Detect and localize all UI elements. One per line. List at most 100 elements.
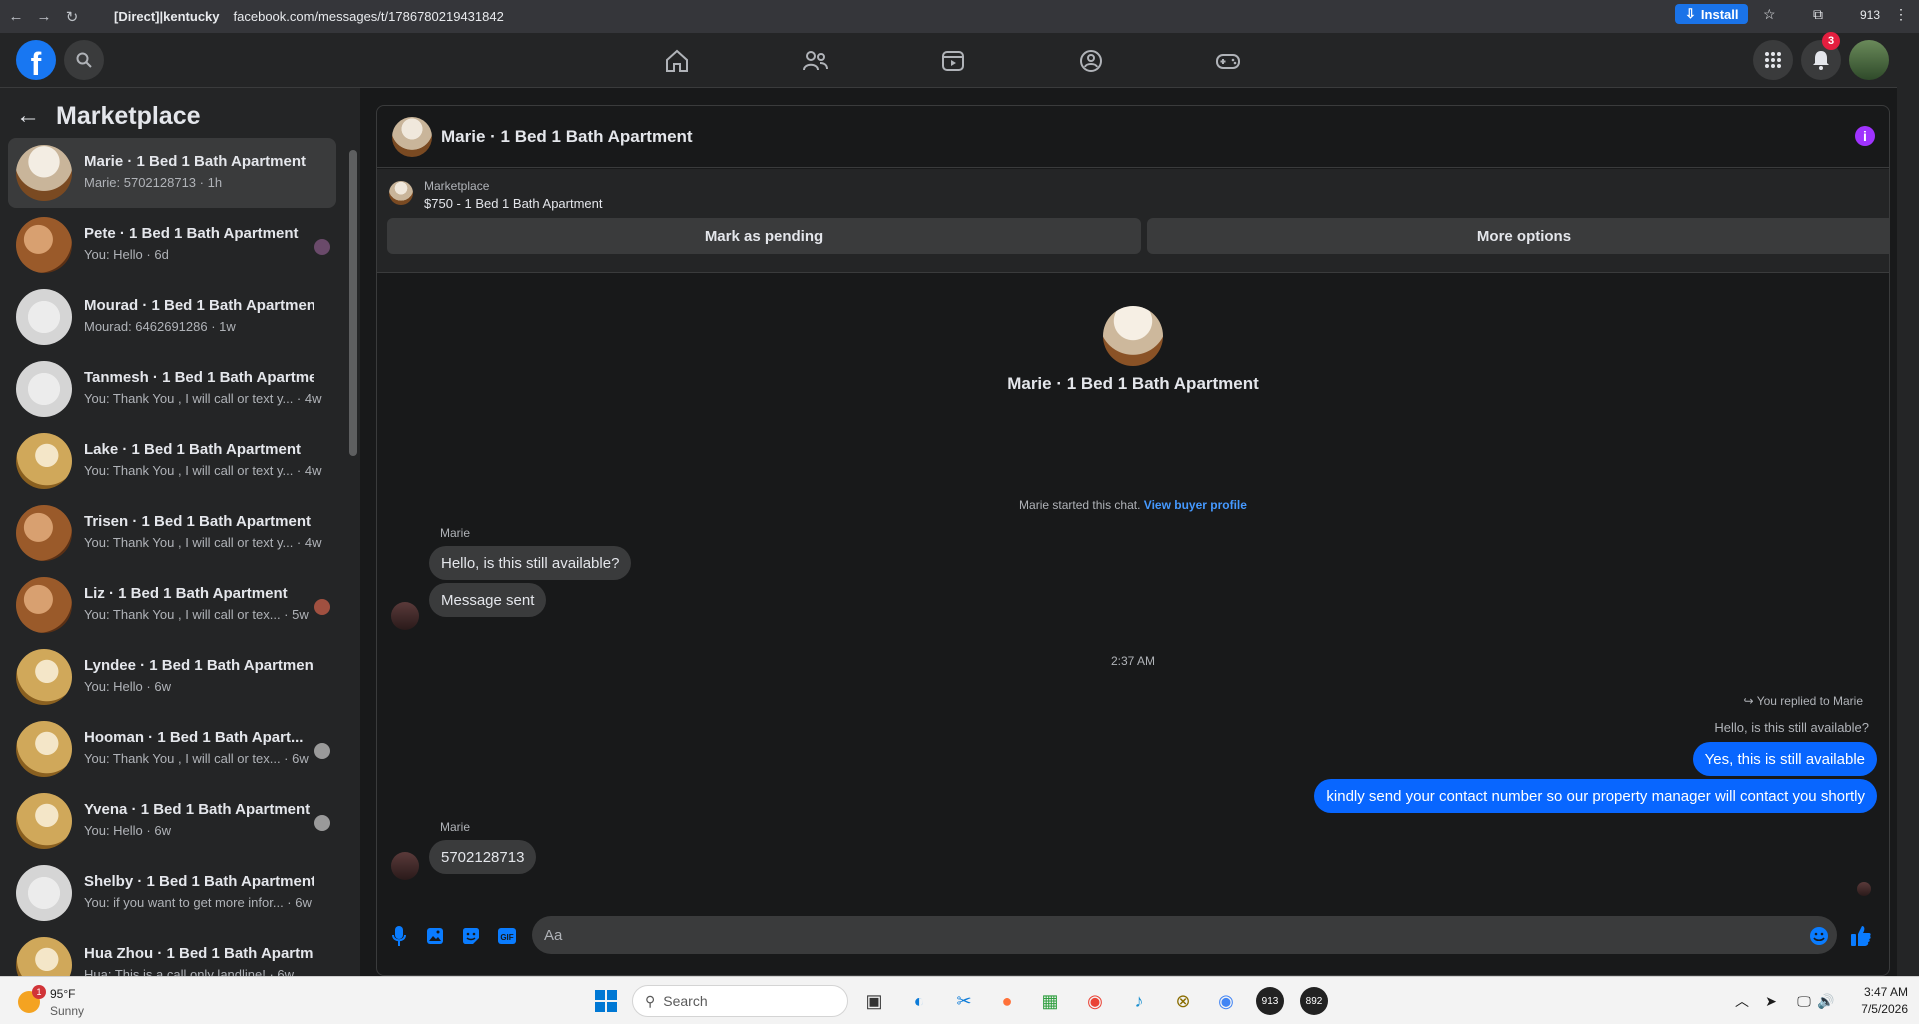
- chat-avatar[interactable]: [392, 117, 432, 157]
- page-scrollbar[interactable]: [1897, 33, 1919, 976]
- system-clock[interactable]: 3:47 AM 7/5/2026: [1842, 985, 1908, 1016]
- menu-button[interactable]: [1753, 40, 1793, 80]
- conversation-item[interactable]: Liz · 1 Bed 1 Bath Apartment You: Thank Y…: [8, 570, 336, 640]
- back-icon[interactable]: ←: [4, 8, 28, 25]
- extension-counter[interactable]: 913: [1860, 8, 1880, 22]
- weather-condition: Sunny: [50, 1004, 85, 1018]
- conversation-preview: You: Hello · 6w: [84, 679, 171, 694]
- listing-price[interactable]: $750 - 1 Bed 1 Bath Apartment: [424, 196, 603, 211]
- conversation-preview: Mourad: 6462691286 · 1w: [84, 319, 236, 334]
- emoji-icon[interactable]: [1807, 924, 1831, 948]
- home-icon[interactable]: [661, 45, 693, 77]
- task-view-icon[interactable]: ▣: [860, 987, 888, 1015]
- star-icon[interactable]: ☆: [1763, 6, 1776, 23]
- sticker-icon[interactable]: [459, 924, 483, 948]
- app-icon[interactable]: ♪: [1125, 987, 1153, 1015]
- chat-profile-avatar[interactable]: [1103, 306, 1163, 366]
- weather-badge: 1: [32, 985, 46, 999]
- photo-icon[interactable]: [423, 924, 447, 948]
- like-icon[interactable]: [1849, 924, 1873, 948]
- back-arrow-icon[interactable]: ←: [16, 102, 40, 130]
- incoming-message[interactable]: 5702128713: [429, 840, 537, 874]
- menu-icon[interactable]: ⋮: [1894, 6, 1908, 23]
- outgoing-message[interactable]: kindly send your contact number so our p…: [1314, 779, 1877, 813]
- conversation-item[interactable]: Marie · 1 Bed 1 Bath Apartment Marie: 570…: [8, 138, 336, 208]
- conversation-item[interactable]: Lake · 1 Bed 1 Bath Apartment You: Thank …: [8, 426, 336, 496]
- more-options-button[interactable]: More options: [1147, 218, 1889, 254]
- weather-widget[interactable]: 1 95°F Sunny: [14, 985, 94, 1019]
- incoming-message[interactable]: Hello, is this still available?: [429, 546, 632, 580]
- reload-icon[interactable]: ↻: [60, 8, 84, 26]
- taskbar-search[interactable]: ⚲ Search: [632, 985, 848, 1017]
- groups-icon[interactable]: [1075, 45, 1107, 77]
- chat-panel: Marie · 1 Bed 1 Bath Apartment i Marketp…: [376, 105, 1890, 976]
- conversation-item[interactable]: Tanmesh · 1 Bed 1 Bath Apartment You: Tha…: [8, 354, 336, 424]
- conversation-item[interactable]: Hua Zhou · 1 Bed 1 Bath Apartm... Hua: Th…: [8, 930, 336, 976]
- message-input[interactable]: [532, 916, 1837, 954]
- conversation-avatar: [16, 577, 72, 633]
- conversation-item[interactable]: Shelby · 1 Bed 1 Bath Apartment You: if y…: [8, 858, 336, 928]
- mark-as-pending-button[interactable]: Mark as pending: [387, 218, 1141, 254]
- gif-icon[interactable]: GIF: [495, 924, 519, 948]
- quoted-message[interactable]: Hello, is this still available?: [1714, 720, 1869, 735]
- conversation-name: Pete · 1 Bed 1 Bath Apartment: [84, 225, 299, 242]
- chrome-icon[interactable]: ◉: [1081, 987, 1109, 1015]
- profile-avatar[interactable]: [1849, 40, 1889, 80]
- location-icon[interactable]: ➤: [1757, 987, 1785, 1015]
- conversation-name: Tanmesh · 1 Bed 1 Bath Apartment: [84, 369, 314, 386]
- message-sender: Marie: [440, 820, 471, 834]
- view-buyer-profile-link[interactable]: View buyer profile: [1144, 498, 1247, 512]
- chrome-profile-icon[interactable]: ◉: [1212, 987, 1240, 1015]
- conversation-preview: Hua: This is a call only landline! · 6w: [84, 967, 295, 976]
- tab-search-icon[interactable]: ⧉: [1813, 6, 1823, 23]
- conversation-avatar: [16, 289, 72, 345]
- sidebar-title: Marketplace: [56, 102, 201, 130]
- sender-avatar[interactable]: [391, 852, 419, 880]
- microphone-icon[interactable]: [387, 924, 411, 948]
- friends-icon[interactable]: [799, 45, 831, 77]
- install-icon: ⇩: [1685, 6, 1696, 21]
- spreadsheet-app-icon[interactable]: ▦: [1036, 987, 1064, 1015]
- start-icon[interactable]: [592, 987, 620, 1015]
- conversation-item[interactable]: Pete · 1 Bed 1 Bath Apartment You: Hello …: [8, 210, 336, 280]
- search-button[interactable]: [64, 40, 104, 80]
- conversation-avatar: [16, 793, 72, 849]
- forward-icon[interactable]: →: [32, 8, 56, 25]
- info-icon[interactable]: i: [1855, 126, 1875, 146]
- app-913-icon[interactable]: 913: [1256, 987, 1284, 1015]
- facebook-logo[interactable]: f: [16, 40, 56, 80]
- address-bar[interactable]: facebook.com/messages/t/1786780219431842: [234, 9, 504, 24]
- conversation-preview: You: Thank You , I will call or tex... ·…: [84, 607, 309, 622]
- conversation-item[interactable]: Lyndee · 1 Bed 1 Bath Apartment You: Hell…: [8, 642, 336, 712]
- chevron-up-icon[interactable]: ︿: [1728, 987, 1756, 1015]
- listing-label: Marketplace: [424, 179, 490, 193]
- listing-thumbnail[interactable]: [389, 181, 413, 205]
- xbox-icon[interactable]: ⊗: [1169, 987, 1197, 1015]
- bell-icon: [1813, 51, 1829, 70]
- conversation-avatar: [16, 217, 72, 273]
- edge-icon[interactable]: ◐: [905, 987, 933, 1015]
- gaming-icon[interactable]: [1212, 45, 1244, 77]
- conversation-item[interactable]: Hooman · 1 Bed 1 Bath Apart... You: Thank…: [8, 714, 336, 784]
- app-892-icon[interactable]: 892: [1300, 987, 1328, 1015]
- conversation-name: Hooman · 1 Bed 1 Bath Apart...: [84, 729, 304, 746]
- install-button[interactable]: ⇩ Install: [1675, 4, 1749, 24]
- firefox-icon[interactable]: ●: [993, 987, 1021, 1015]
- conversation-avatar: [16, 865, 72, 921]
- outgoing-message[interactable]: Yes, this is still available: [1692, 742, 1877, 776]
- volume-icon[interactable]: 🔊: [1812, 987, 1840, 1015]
- conversation-preview: You: Thank You , I will call or tex... ·…: [84, 751, 309, 766]
- conversation-avatar: [16, 721, 72, 777]
- chat-title[interactable]: Marie · 1 Bed 1 Bath Apartment: [441, 127, 693, 147]
- conversation-item[interactable]: Trisen · 1 Bed 1 Bath Apartment You: Than…: [8, 498, 336, 568]
- sidebar-scroll-thumb[interactable]: [349, 150, 357, 456]
- conversation-item[interactable]: Yvena · 1 Bed 1 Bath Apartment You: Hello…: [8, 786, 336, 856]
- incoming-message[interactable]: Message sent: [429, 583, 547, 617]
- facebook-header: f 3: [0, 32, 1900, 88]
- sender-avatar[interactable]: [391, 602, 419, 630]
- video-icon[interactable]: [937, 45, 969, 77]
- conversation-name: Trisen · 1 Bed 1 Bath Apartment: [84, 513, 311, 530]
- snipping-tool-icon[interactable]: ✂: [950, 987, 978, 1015]
- conversation-item[interactable]: Mourad · 1 Bed 1 Bath Apartment Mourad: 6…: [8, 282, 336, 352]
- grid-menu-icon: [1765, 52, 1781, 68]
